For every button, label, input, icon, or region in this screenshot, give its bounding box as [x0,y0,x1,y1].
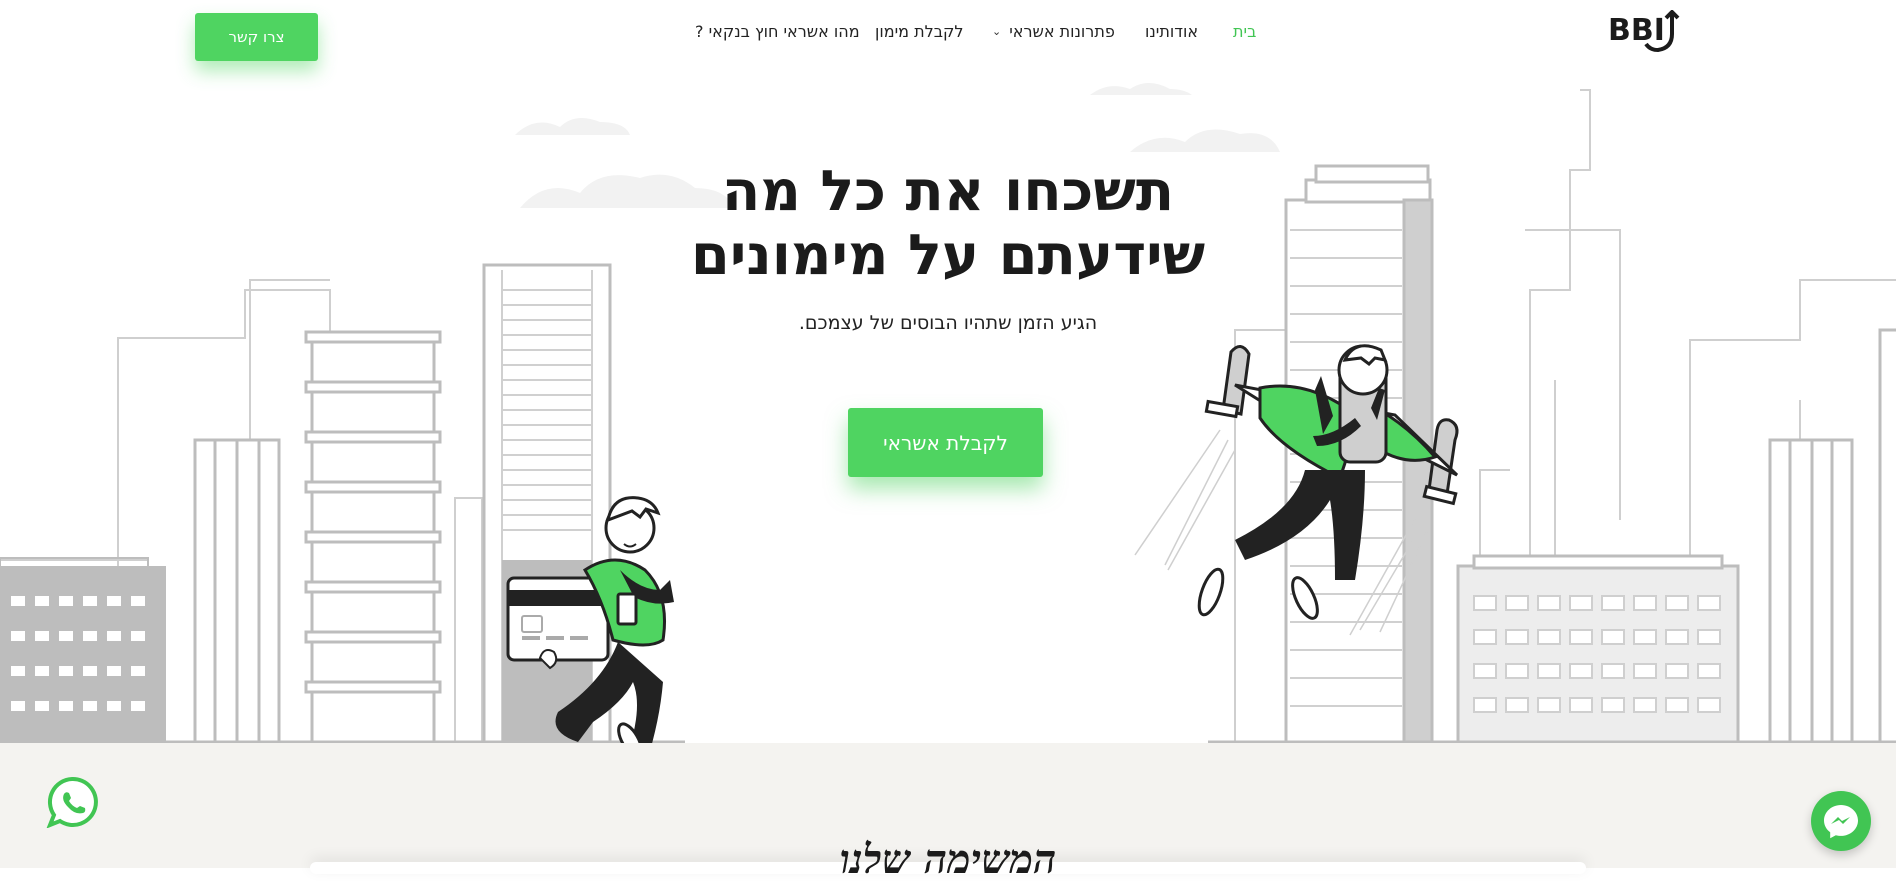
messenger-button[interactable] [1811,791,1871,851]
chevron-down-icon: ⌄ [992,25,1002,38]
hero-title: תשכחו את כל מה שידעתם על מימונים [548,160,1348,288]
hero-title-line-1: תשכחו את כל מה [721,159,1175,224]
whatsapp-icon[interactable] [46,776,98,828]
nav-credit-solutions[interactable]: פתרונות אשראי ⌄ [992,22,1115,41]
hero-subtitle: הגיע הזמן שתהיו הבוסים של עצמכם. [798,312,1098,334]
get-credit-button[interactable]: לקבלת אשראי [848,408,1043,477]
nav-get-financing[interactable]: לקבלת מימון [875,22,963,41]
jetpack-man-illustration [1197,344,1459,620]
hero-title-line-2: שידעתם על מימונים [690,223,1206,288]
nav-what-is-non-bank-credit[interactable]: מהו אשראי חוץ בנקאי ? [695,22,860,41]
messenger-icon [1824,805,1858,839]
credit-card-illustration [506,576,610,662]
nav-credit-solutions-label: פתרונות אשראי [1009,22,1115,41]
nav-about[interactable]: אודותינו [1145,22,1198,41]
contact-us-button[interactable]: צרו קשר [195,13,318,61]
mission-heading: המשימה שלנו [839,836,1057,883]
nav-home[interactable]: בית [1233,22,1256,41]
top-navigation: BBI בית אודותינו פתרונות אשראי⌄ לקבלת מי… [0,0,1896,70]
